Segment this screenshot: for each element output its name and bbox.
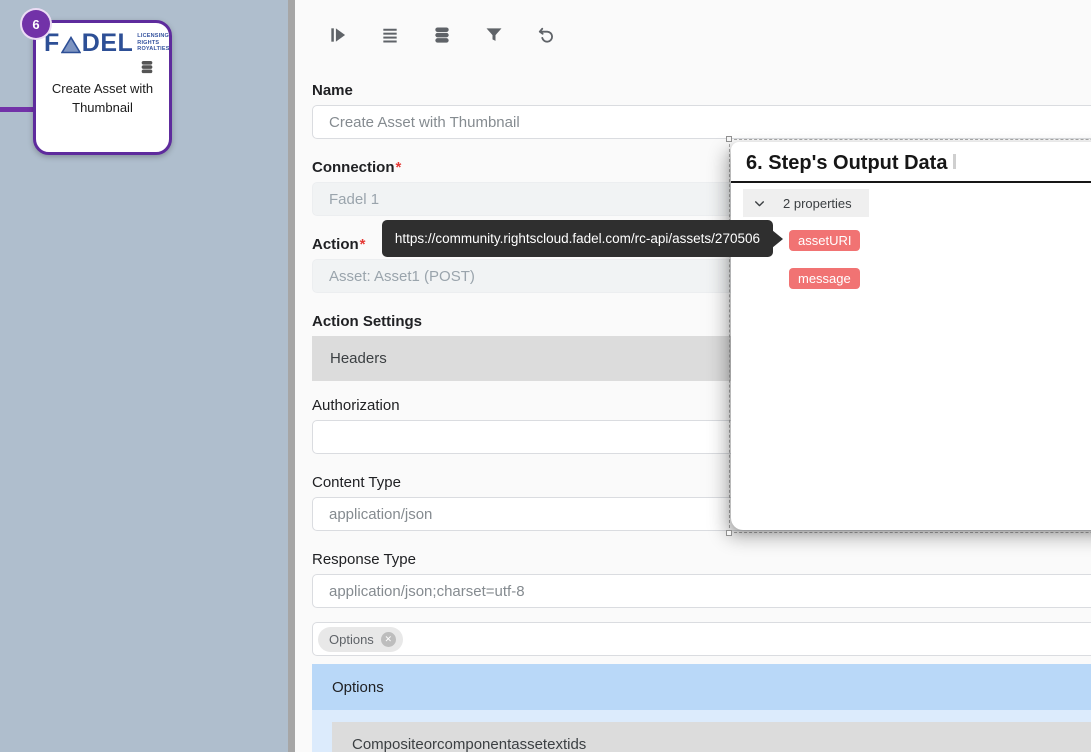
- output-panel-title: 6. Step's Output Data: [731, 142, 1091, 183]
- selection-handle-top-left[interactable]: [726, 136, 732, 142]
- step-output-panel: 6. Step's Output Data 2 properties asset…: [731, 142, 1091, 530]
- response-type-input[interactable]: [312, 574, 1091, 608]
- workflow-canvas: 6 F DEL LICENSING RIGHTS ROYALTIES: [0, 0, 288, 752]
- step-number-badge: 6: [22, 10, 50, 38]
- options-multiselect-field[interactable]: Options ✕: [312, 622, 1091, 656]
- step-toolbar: [295, 0, 1091, 82]
- title-caret: [953, 154, 956, 169]
- filter-icon[interactable]: [484, 25, 504, 45]
- undo-icon[interactable]: [536, 25, 556, 45]
- property-chip-asseturi[interactable]: assetURI: [789, 230, 860, 251]
- remove-chip-icon[interactable]: ✕: [381, 632, 396, 647]
- panel-divider-scrollbar[interactable]: [288, 0, 295, 752]
- chevron-down-icon: [753, 197, 766, 210]
- asseturi-value-tooltip: https://community.rightscloud.fadel.com/…: [382, 220, 773, 257]
- properties-expander[interactable]: 2 properties: [743, 189, 869, 217]
- property-chip-message[interactable]: message: [789, 268, 860, 289]
- database-icon: [139, 59, 155, 75]
- options-section-item[interactable]: Compositeorcomponentassetextids: [332, 722, 1091, 752]
- options-section-body: Compositeorcomponentassetextids: [312, 710, 1091, 752]
- options-chip[interactable]: Options ✕: [318, 627, 403, 652]
- step-card-title: Create Asset with Thumbnail: [42, 80, 163, 118]
- fadel-logo-letters-del: DEL: [82, 31, 134, 55]
- output-panel-selection[interactable]: 6. Step's Output Data 2 properties asset…: [729, 139, 1091, 533]
- step-connector-line: [0, 107, 34, 112]
- property-chip-list: assetURI message: [789, 230, 1091, 289]
- list-icon[interactable]: [380, 25, 400, 45]
- fadel-logo-tagline: LICENSING RIGHTS ROYALTIES: [137, 33, 169, 54]
- options-section-header[interactable]: Options: [312, 664, 1091, 710]
- name-input[interactable]: [312, 105, 1091, 139]
- required-asterisk: *: [360, 236, 366, 253]
- database-icon[interactable]: [432, 25, 452, 45]
- step-card-create-asset[interactable]: 6 F DEL LICENSING RIGHTS ROYALTIES: [33, 20, 172, 155]
- required-asterisk: *: [396, 159, 402, 176]
- run-step-icon[interactable]: [328, 25, 348, 45]
- properties-summary: 2 properties: [783, 196, 852, 211]
- fadel-logo: F DEL LICENSING RIGHTS ROYALTIES: [42, 27, 163, 57]
- selection-handle-bottom-left[interactable]: [726, 530, 732, 536]
- fadel-logo-triangle-icon: [61, 36, 81, 54]
- name-label: Name: [312, 82, 1091, 100]
- response-type-label: Response Type: [312, 551, 1091, 569]
- fadel-logo-letter-f: F: [44, 31, 60, 55]
